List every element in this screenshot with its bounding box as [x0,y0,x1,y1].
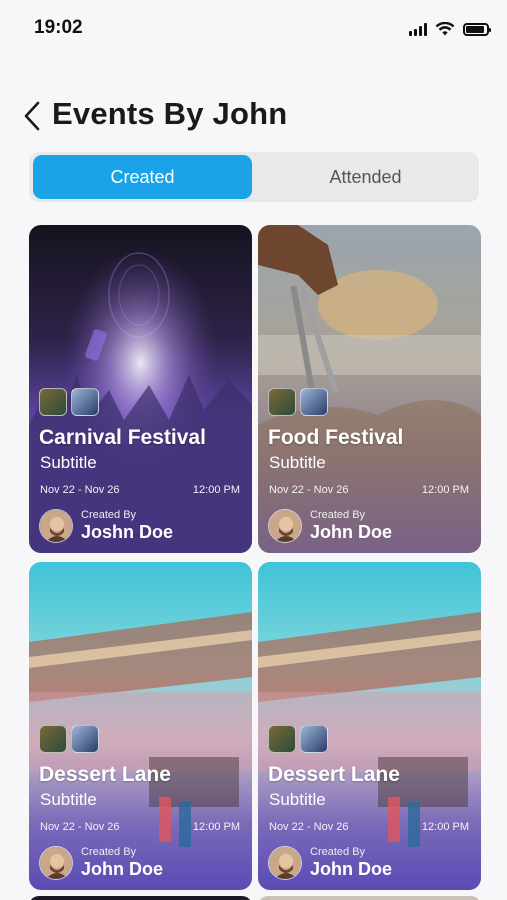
chevron-left-icon [24,101,40,131]
event-date-range: Nov 22 - Nov 26 [269,484,349,496]
tab-created[interactable]: Created [33,155,252,199]
creator-name: John Doe [310,522,393,542]
event-subtitle: Subtitle [40,790,97,809]
status-bar: 19:02 [0,0,507,58]
event-card[interactable]: Dessert Lane Subtitle Nov 22 - Nov 26 12… [258,562,481,890]
creator-name: John Doe [81,859,164,879]
header: Events By John [0,88,507,144]
creator-avatar [268,846,302,880]
event-time: 12:00 PM [421,484,469,496]
event-card[interactable]: Carnival Festival Subtitle Nov 22 - Nov … [29,225,252,553]
wifi-icon [435,22,455,36]
thumbnail-image [268,725,296,753]
thumbnail-image [39,388,67,416]
status-time: 19:02 [34,17,83,38]
creator-avatar [39,509,73,543]
thumbnail-image [300,725,328,753]
next-card-peek [258,896,481,900]
screen: 19:02 Events By John Created Attended Ca… [0,0,507,900]
event-subtitle: Subtitle [40,453,97,472]
created-by-label: Created By [310,509,366,521]
thumbnail-image [300,388,328,416]
cellular-signal-icon [409,22,427,36]
creator-name: Joshn Doe [81,522,174,542]
segmented-control: Created Attended [29,152,479,202]
event-date-range: Nov 22 - Nov 26 [40,484,120,496]
attendee-thumbnails [39,388,99,416]
creator-avatar [39,846,73,880]
thumbnail-image [71,725,99,753]
event-title: Dessert Lane [39,763,171,786]
thumbnail-image [71,388,99,416]
thumbnail-image [39,725,67,753]
event-subtitle: Subtitle [269,453,326,472]
attendee-thumbnails [268,725,328,753]
event-subtitle: Subtitle [269,790,326,809]
event-card[interactable]: Dessert Lane Subtitle Nov 22 - Nov 26 12… [29,562,252,890]
page-title: Events By John [52,96,288,131]
event-time: 12:00 PM [192,484,240,496]
event-time: 12:00 PM [192,821,240,833]
battery-icon [463,22,491,36]
creator-avatar [268,509,302,543]
event-time: 12:00 PM [421,821,469,833]
creator-name: John Doe [310,859,393,879]
status-icons [409,22,491,36]
event-title: Food Festival [268,426,404,449]
event-date-range: Nov 22 - Nov 26 [40,821,120,833]
created-by-label: Created By [81,846,137,858]
event-date-range: Nov 22 - Nov 26 [269,821,349,833]
event-title: Carnival Festival [39,426,206,449]
thumbnail-image [268,388,296,416]
created-by-label: Created By [81,509,137,521]
event-title: Dessert Lane [268,763,400,786]
attendee-thumbnails [39,725,99,753]
next-card-peek [29,896,252,900]
created-by-label: Created By [310,846,366,858]
attendee-thumbnails [268,388,328,416]
event-card[interactable]: Food Festival Subtitle Nov 22 - Nov 26 1… [258,225,481,553]
tab-attended[interactable]: Attended [256,155,475,199]
back-button[interactable] [20,98,48,134]
